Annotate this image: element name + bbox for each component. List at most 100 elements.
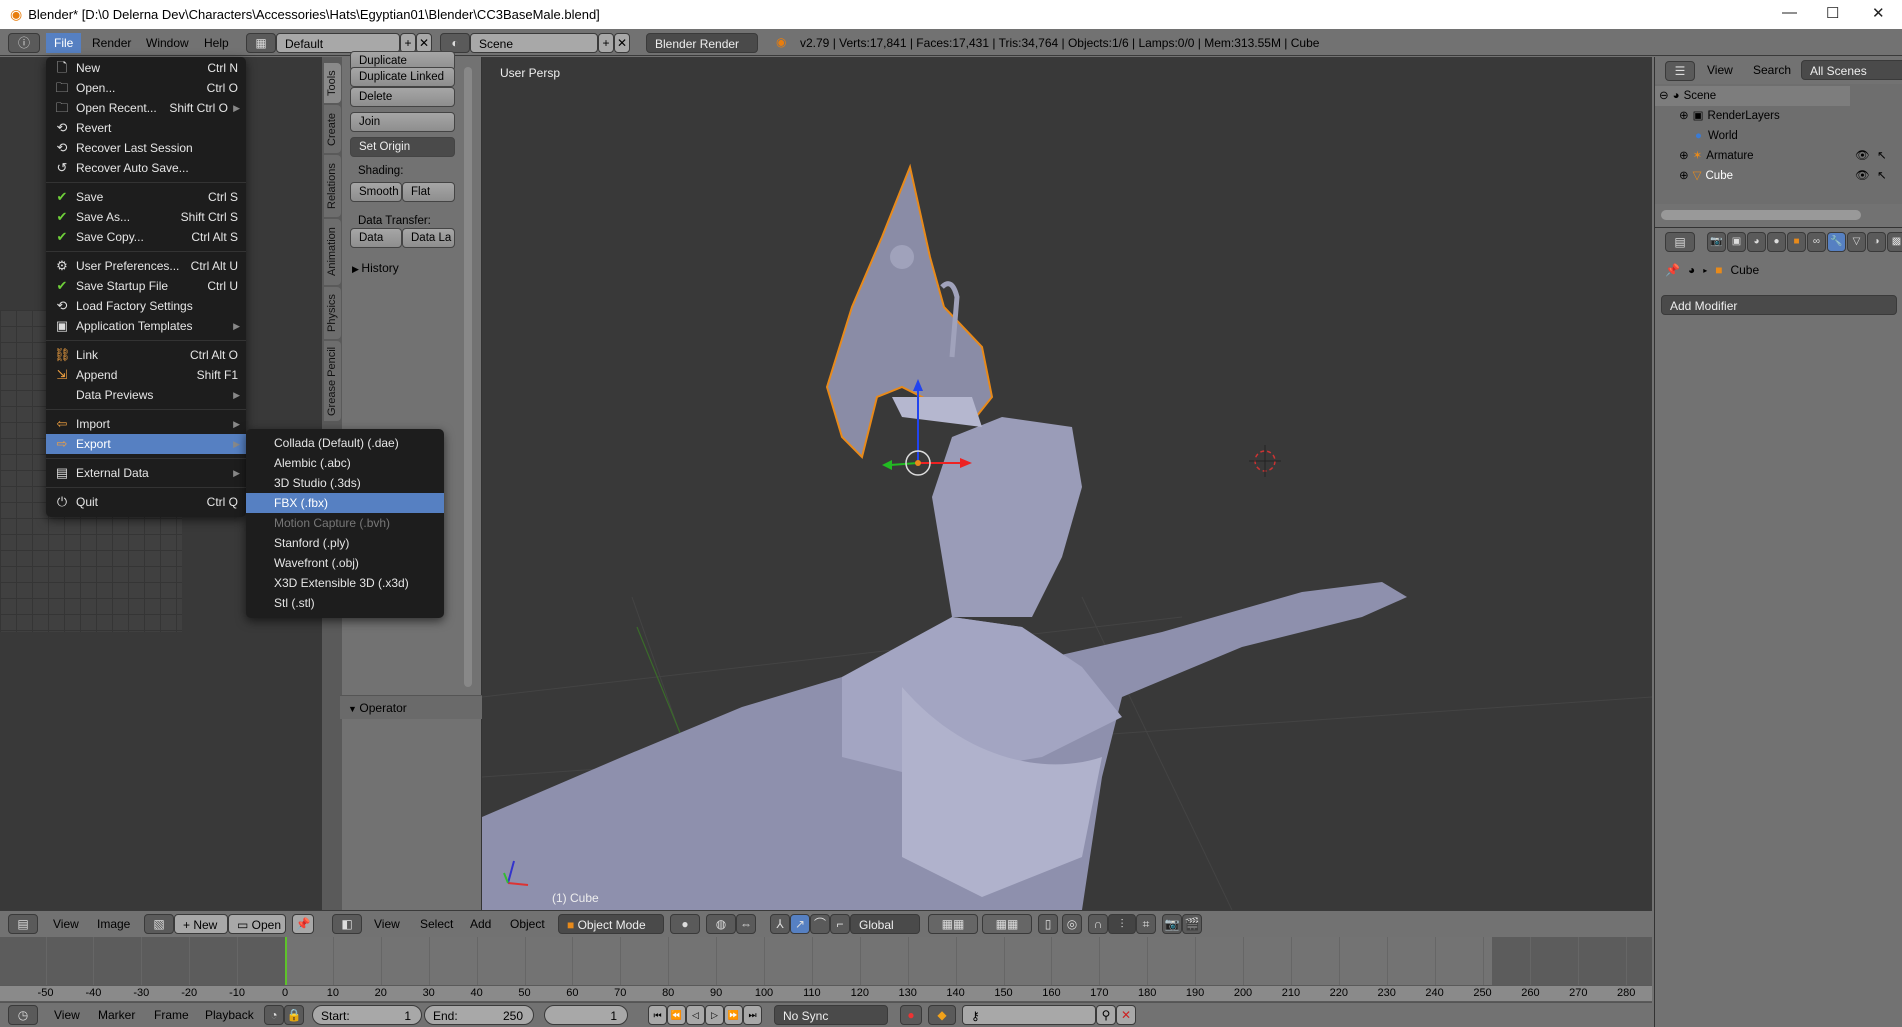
snap-element-icon[interactable]: ⫶ <box>1108 914 1136 934</box>
lock-range-icon[interactable]: 🔒 <box>284 1005 304 1025</box>
texture-tab-icon[interactable]: ▩ <box>1887 232 1902 252</box>
file-menu-item-new[interactable]: 🗋 New Ctrl N <box>46 58 246 78</box>
file-menu-item-open-recent[interactable]: 🗀 Open Recent... Shift Ctrl O ▶ <box>46 98 246 118</box>
editor-type-image-icon[interactable]: ▤ <box>8 914 38 934</box>
tab-relations[interactable]: Relations <box>324 155 341 217</box>
outliner-row-renderlayers[interactable]: ⊕ ▣ RenderLayers <box>1655 106 1902 126</box>
timeline-view-menu[interactable]: View <box>54 1008 80 1022</box>
export-item-alembic-abc[interactable]: Alembic (.abc) <box>246 453 444 473</box>
render-engine-dropdown[interactable]: Blender Render <box>646 33 758 53</box>
keying-set-field[interactable]: ⚷ <box>962 1005 1096 1025</box>
operator-panel-header[interactable]: ▼ Operator <box>340 695 482 719</box>
rotate-icon[interactable]: ⌒ <box>810 914 830 934</box>
current-frame-indicator[interactable] <box>285 937 287 985</box>
render-animation-icon[interactable]: 🎬 <box>1182 914 1202 934</box>
current-frame-field[interactable]: 1 <box>544 1005 628 1025</box>
tab-animation[interactable]: Animation <box>324 219 341 285</box>
file-menu-item-revert[interactable]: ⟲ Revert <box>46 118 246 138</box>
file-menu-item-import[interactable]: ⇦ Import ▶ <box>46 414 246 434</box>
editor-type-info-icon[interactable]: ⓘ <box>8 33 40 53</box>
start-frame-field[interactable]: Start: 1 <box>312 1005 422 1025</box>
image-browse-icon[interactable]: ▧ <box>144 914 174 934</box>
auto-keying-record-icon[interactable]: ● <box>900 1005 922 1025</box>
mode-dropdown[interactable]: ■ Object Mode <box>558 914 664 934</box>
transform-orientation-dropdown[interactable]: Global <box>850 914 920 934</box>
shelf-scrollbar[interactable] <box>464 67 472 687</box>
file-menu-item-save-as[interactable]: ✔ Save As... Shift Ctrl S <box>46 207 246 227</box>
export-item-3d-studio-3ds[interactable]: 3D Studio (.3ds) <box>246 473 444 493</box>
layers-grid-2[interactable]: ▦▦ <box>982 914 1032 934</box>
outliner-row-cube[interactable]: ⊕ ▽ Cube 👁 ↖ <box>1655 166 1902 186</box>
end-frame-field[interactable]: End: 250 <box>424 1005 534 1025</box>
timeline-frame-menu[interactable]: Frame <box>154 1008 189 1022</box>
3d-viewport[interactable]: User Persp (1) Cube <box>482 57 1652 910</box>
close-button[interactable]: ✕ <box>1872 4 1885 22</box>
play-icon[interactable]: ▷ <box>705 1005 724 1025</box>
export-item-wavefront-obj[interactable]: Wavefront (.obj) <box>246 553 444 573</box>
file-menu-item-application-templates[interactable]: ▣ Application Templates ▶ <box>46 316 246 336</box>
view3d-view-menu[interactable]: View <box>374 917 400 931</box>
file-menu-item-append[interactable]: ⇲ Append Shift F1 <box>46 365 246 385</box>
expand-icon[interactable]: ⊕ <box>1679 170 1689 182</box>
lock-camera-icon[interactable]: ▯ <box>1038 914 1058 934</box>
tab-create[interactable]: Create <box>324 105 341 153</box>
timeline-area[interactable] <box>0 937 1652 985</box>
file-menu-item-external-data[interactable]: ▤ External Data ▶ <box>46 463 246 483</box>
file-menu-item-save[interactable]: ✔ Save Ctrl S <box>46 187 246 207</box>
play-reverse-icon[interactable]: ◁ <box>686 1005 705 1025</box>
file-menu-item-save-copy[interactable]: ✔ Save Copy... Ctrl Alt S <box>46 227 246 247</box>
outliner-view-menu[interactable]: View <box>1707 63 1733 77</box>
export-item-x3d-extensible-3d-x3d[interactable]: X3D Extensible 3D (.x3d) <box>246 573 444 593</box>
visibility-eye-icon[interactable]: 👁 <box>1855 166 1870 186</box>
scene-tab-icon[interactable]: ◕ <box>1747 232 1766 252</box>
tab-grease-pencil[interactable]: Grease Pencil <box>324 341 341 421</box>
constraints-tab-icon[interactable]: ∞ <box>1807 232 1826 252</box>
menu-file[interactable]: File <box>46 33 82 53</box>
file-menu-item-recover-last-session[interactable]: ⟲ Recover Last Session <box>46 138 246 158</box>
file-menu-item-load-factory-settings[interactable]: ⟲ Load Factory Settings <box>46 296 246 316</box>
select-cursor-icon[interactable]: ↖ <box>1877 146 1887 166</box>
render-image-icon[interactable]: 📷 <box>1162 914 1182 934</box>
image-view-menu[interactable]: View <box>53 917 79 931</box>
proportional-edit-icon[interactable]: ◎ <box>1062 914 1082 934</box>
snap-target-icon[interactable]: ⌗ <box>1136 914 1156 934</box>
layout-field[interactable]: Default <box>276 33 400 53</box>
view3d-object-menu[interactable]: Object <box>510 917 545 931</box>
file-menu-item-recover-auto-save[interactable]: ↺ Recover Auto Save... <box>46 158 246 178</box>
expand-icon[interactable]: ⊕ <box>1679 150 1689 162</box>
manipulator-toggle-icon[interactable]: ⇔ <box>736 914 756 934</box>
export-item-fbx-fbx[interactable]: FBX (.fbx) <box>246 493 444 513</box>
jump-keyframe-back-icon[interactable]: ⏪ <box>667 1005 686 1025</box>
expand-icon[interactable]: ⊕ <box>1679 110 1689 122</box>
outliner-search-menu[interactable]: Search <box>1753 63 1791 77</box>
outliner-filter-dropdown[interactable]: All Scenes <box>1801 60 1902 80</box>
file-menu-item-save-startup-file[interactable]: ✔ Save Startup File Ctrl U <box>46 276 246 296</box>
new-image-button[interactable]: + New <box>174 914 228 934</box>
timeline-marker-menu[interactable]: Marker <box>98 1008 135 1022</box>
file-menu-item-link[interactable]: ⛓ Link Ctrl Alt O <box>46 345 246 365</box>
modifiers-tab-icon[interactable]: 🔧 <box>1827 232 1846 252</box>
collapse-icon[interactable]: ⊖ <box>1659 90 1669 102</box>
visibility-eye-icon[interactable]: 👁 <box>1855 146 1870 166</box>
menu-help[interactable]: Help <box>196 33 237 53</box>
file-menu-item-data-previews[interactable]: Data Previews ▶ <box>46 385 246 405</box>
add-modifier-dropdown[interactable]: Add Modifier <box>1661 295 1897 315</box>
timeline-playback-menu[interactable]: Playback <box>205 1008 254 1022</box>
editor-type-3d-view-icon[interactable]: ◧ <box>332 914 362 934</box>
manipulator-axes-icon[interactable]: ⅄ <box>770 914 790 934</box>
tab-physics[interactable]: Physics <box>324 287 341 339</box>
tab-tools[interactable]: Tools <box>324 63 341 103</box>
add-scene-icon[interactable]: + <box>598 33 614 53</box>
minimize-button[interactable]: — <box>1782 4 1797 21</box>
preview-range-icon[interactable]: ◔ <box>264 1005 284 1025</box>
view3d-add-menu[interactable]: Add <box>470 917 491 931</box>
world-tab-icon[interactable]: ● <box>1767 232 1786 252</box>
file-menu-item-open[interactable]: 🗀 Open... Ctrl O <box>46 78 246 98</box>
join-button[interactable]: Join <box>350 112 455 132</box>
editor-type-outliner-icon[interactable]: ☰ <box>1665 61 1695 81</box>
editor-type-timeline-icon[interactable]: ◷ <box>8 1005 38 1025</box>
scene-icon[interactable]: ◐ <box>440 33 470 53</box>
delete-keyframe-icon[interactable]: ✕ <box>1116 1005 1136 1025</box>
pin-icon[interactable]: 📌 <box>1665 263 1680 277</box>
jump-start-icon[interactable]: ⏮ <box>648 1005 667 1025</box>
